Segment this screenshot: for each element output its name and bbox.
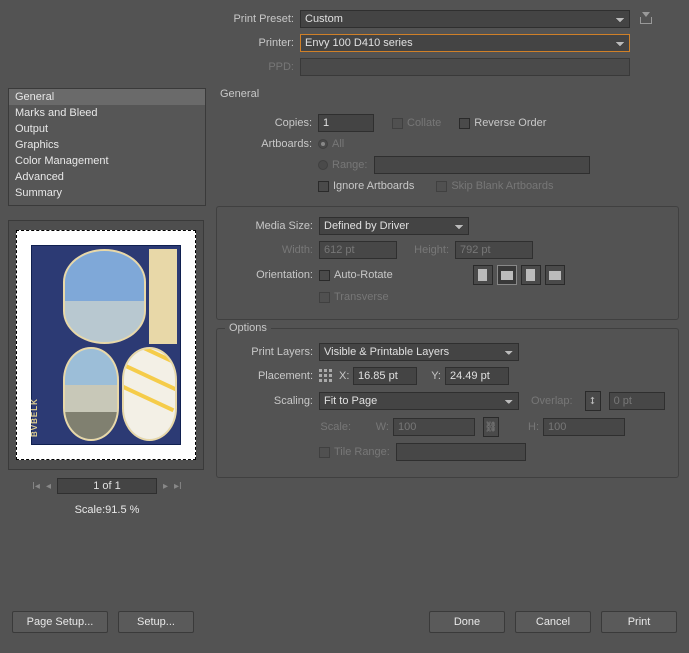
scale-h-label: H:	[507, 421, 543, 433]
scale-h-input	[543, 418, 625, 436]
cat-advanced[interactable]: Advanced	[9, 169, 205, 185]
page-indicator[interactable]: 1 of 1	[57, 478, 157, 494]
placement-label: Placement:	[227, 370, 319, 382]
media-size-select[interactable]: Defined by Driver	[319, 217, 469, 235]
prev-page-icon[interactable]: ◂	[46, 481, 51, 492]
section-general-title: General	[216, 88, 679, 100]
print-preset-label: Print Preset:	[0, 13, 300, 25]
scale-link-icon: ⛓	[483, 417, 499, 437]
artboards-range-label: Range:	[332, 159, 374, 171]
cat-marks-bleed[interactable]: Marks and Bleed	[9, 105, 205, 121]
orient-portrait-down-button[interactable]	[521, 265, 541, 285]
tile-range-checkbox	[319, 447, 330, 458]
reverse-order-checkbox[interactable]	[459, 118, 470, 129]
ignore-artboards-checkbox[interactable]	[318, 181, 329, 192]
placement-anchor-grid[interactable]	[319, 369, 333, 383]
printer-label: Printer:	[0, 37, 300, 49]
preview-scale-label: Scale:91.5 %	[8, 504, 206, 516]
media-width-label: Width:	[227, 244, 319, 256]
save-preset-icon[interactable]	[638, 12, 652, 26]
artboards-all-radio	[318, 139, 328, 149]
skip-blank-checkbox	[436, 181, 447, 192]
options-section: Options Print Layers: Visible & Printabl…	[216, 328, 679, 478]
last-page-icon[interactable]: ▸I	[174, 481, 182, 492]
cat-color-management[interactable]: Color Management	[9, 153, 205, 169]
scaling-select[interactable]: Fit to Page	[319, 392, 519, 410]
done-button[interactable]: Done	[429, 611, 505, 633]
transverse-label: Transverse	[334, 291, 389, 303]
print-preset-select[interactable]: Custom	[300, 10, 630, 28]
auto-rotate-checkbox[interactable]	[319, 270, 330, 281]
collate-checkbox	[392, 118, 403, 129]
overlap-label: Overlap:	[531, 395, 577, 407]
transverse-checkbox	[319, 292, 330, 303]
media-size-label: Media Size:	[227, 220, 319, 232]
scale-w-input	[393, 418, 475, 436]
reverse-order-label: Reverse Order	[474, 117, 546, 129]
cat-output[interactable]: Output	[9, 121, 205, 137]
copies-input[interactable]	[318, 114, 374, 132]
collate-label: Collate	[407, 117, 441, 129]
preview-area: BVBELK	[8, 220, 204, 470]
ppd-label: PPD:	[0, 61, 300, 73]
media-height-input	[455, 241, 533, 259]
scale-w-label: W:	[357, 421, 393, 433]
media-height-label: Height:	[409, 244, 455, 256]
cat-graphics[interactable]: Graphics	[9, 137, 205, 153]
tile-range-label: Tile Range:	[334, 446, 396, 458]
placement-y-label: Y:	[417, 370, 445, 382]
placement-x-input[interactable]	[353, 367, 417, 385]
skip-blank-label: Skip Blank Artboards	[451, 180, 553, 192]
print-button[interactable]: Print	[601, 611, 677, 633]
preview-nav: I◂ ◂ 1 of 1 ▸ ▸I	[8, 478, 206, 494]
copies-label: Copies:	[226, 117, 318, 129]
cancel-button[interactable]: Cancel	[515, 611, 591, 633]
placement-y-input[interactable]	[445, 367, 509, 385]
artboards-label: Artboards:	[226, 138, 318, 150]
cat-general[interactable]: General	[9, 89, 205, 105]
cat-summary[interactable]: Summary	[9, 185, 205, 201]
printer-select[interactable]: Envy 100 D410 series	[300, 34, 630, 52]
artboards-range-radio	[318, 160, 328, 170]
artboards-range-input	[374, 156, 590, 174]
orient-portrait-up-button[interactable]	[473, 265, 493, 285]
overlap-link-icon: ⭥	[585, 391, 601, 411]
scaling-label: Scaling:	[227, 395, 319, 407]
media-size-section: Media Size: Defined by Driver Width: Hei…	[216, 206, 679, 320]
media-width-input	[319, 241, 397, 259]
page-setup-button[interactable]: Page Setup...	[12, 611, 108, 633]
overlap-input	[609, 392, 665, 410]
artboards-all-label: All	[332, 138, 344, 150]
orientation-label: Orientation:	[227, 269, 319, 281]
orient-landscape-left-button[interactable]	[497, 265, 517, 285]
options-title: Options	[225, 322, 271, 334]
auto-rotate-label: Auto-Rotate	[334, 269, 393, 281]
scale-label: Scale:	[227, 421, 357, 433]
tile-range-input	[396, 443, 526, 461]
placement-x-label: X:	[339, 370, 353, 382]
print-layers-select[interactable]: Visible & Printable Layers	[319, 343, 519, 361]
print-layers-label: Print Layers:	[227, 346, 319, 358]
first-page-icon[interactable]: I◂	[32, 481, 40, 492]
orient-landscape-right-button[interactable]	[545, 265, 565, 285]
ppd-select	[300, 58, 630, 76]
ignore-artboards-label: Ignore Artboards	[333, 180, 414, 192]
category-list[interactable]: General Marks and Bleed Output Graphics …	[8, 88, 206, 206]
setup-button[interactable]: Setup...	[118, 611, 194, 633]
preview-page: BVBELK	[16, 230, 196, 460]
next-page-icon[interactable]: ▸	[163, 481, 168, 492]
